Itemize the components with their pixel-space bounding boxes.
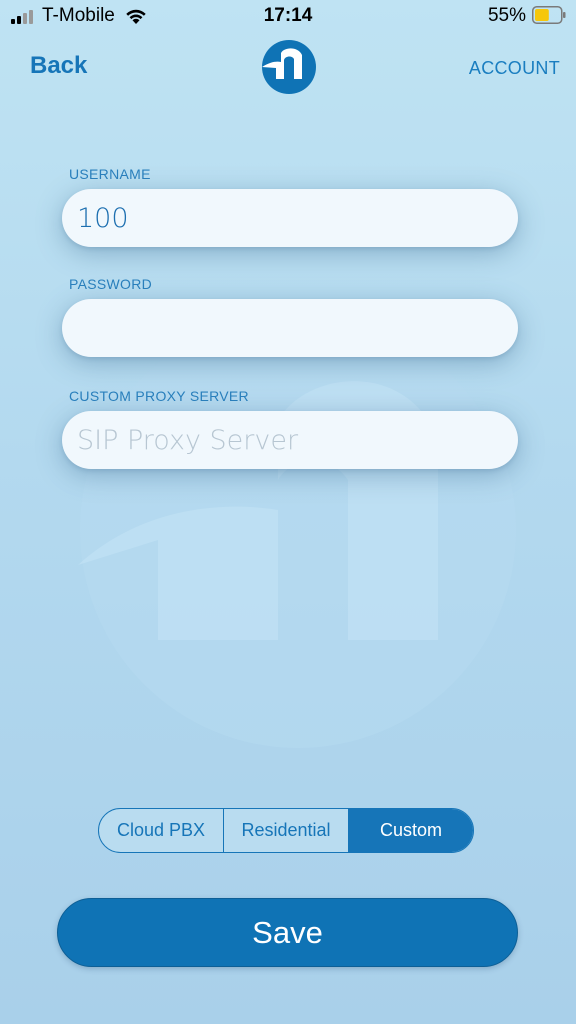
segment-cloud-pbx[interactable]: Cloud PBX xyxy=(99,809,224,852)
password-label: PASSWORD xyxy=(69,276,153,292)
segment-custom[interactable]: Custom xyxy=(349,809,473,852)
username-input[interactable] xyxy=(62,189,518,247)
battery-icon xyxy=(532,6,566,24)
n-logo-icon xyxy=(262,40,316,94)
segment-residential[interactable]: Residential xyxy=(224,809,349,852)
status-bar: T-Mobile 17:14 55% xyxy=(0,0,576,34)
battery-percent: 55% xyxy=(487,5,526,26)
save-button[interactable]: Save xyxy=(57,898,518,967)
account-button[interactable]: ACCOUNT xyxy=(469,58,560,79)
back-button[interactable]: Back xyxy=(30,52,87,80)
account-type-segmented-control: Cloud PBX Residential Custom xyxy=(98,808,474,853)
password-input[interactable] xyxy=(62,299,518,357)
username-label: USERNAME xyxy=(69,166,151,182)
proxy-server-input[interactable] xyxy=(62,411,518,469)
watermark-logo-icon xyxy=(78,312,516,748)
proxy-server-label: CUSTOM PROXY SERVER xyxy=(69,388,249,404)
